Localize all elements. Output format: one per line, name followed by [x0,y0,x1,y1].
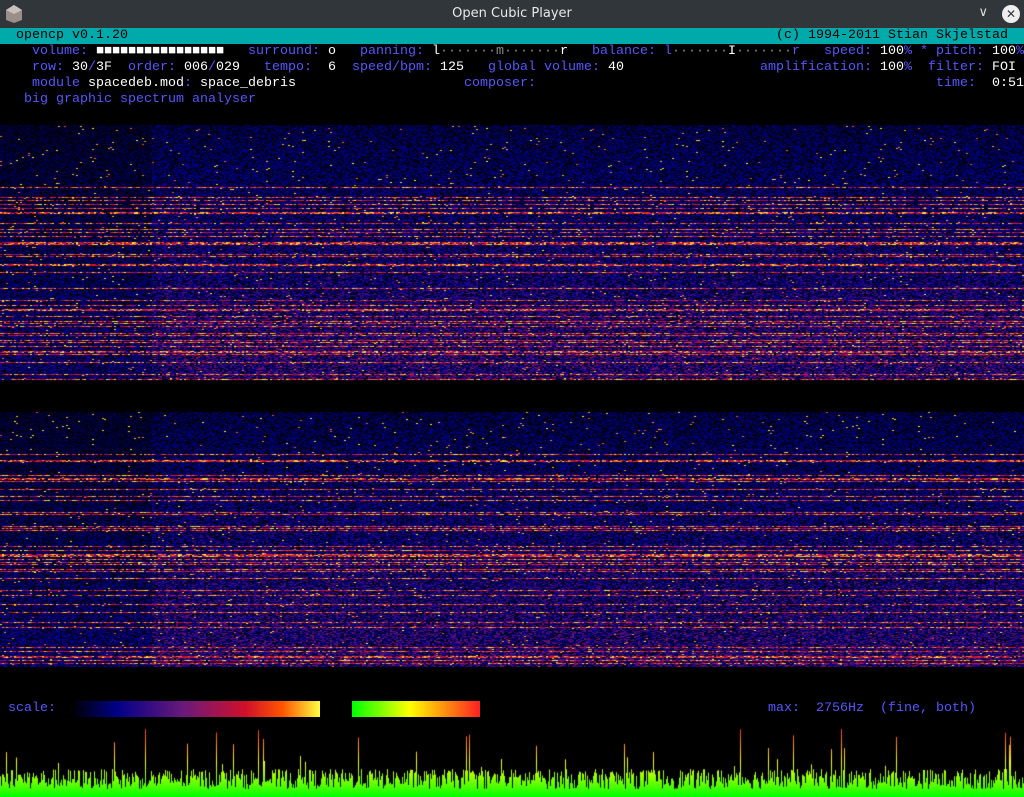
status-field: speed/bpm: [352,60,432,75]
status-field: ■■■■■■■■■■■■■■■■ [96,44,224,59]
status-field: time: [936,76,976,91]
copyright: (c) 1994-2011 Stian Skjelstad [776,28,1008,43]
status-field: composer: [464,76,536,91]
status-field: I [728,44,736,59]
status-field: o [328,44,336,59]
status-row-1: volume: ■■■■■■■■■■■■■■■■ surround: o panning… [0,44,1024,60]
status-field: surround: [248,44,320,59]
close-icon[interactable]: ✕ [1002,5,1020,23]
status-field: panning: [360,44,424,59]
app-version: opencp v0.1.20 [16,28,128,43]
status-field: r [792,44,800,59]
status-field: * pitch: [920,44,984,59]
status-field: 3F [96,60,112,75]
status-field: ······· [736,44,792,59]
status-field: / [208,60,216,75]
status-row-2: row: 30/3F order: 006/029 tempo: 6 speed/bpm: 1… [0,60,1024,76]
status-field: order: [128,60,176,75]
status-field: 6 [328,60,336,75]
status-field: FOI [992,60,1016,75]
status-field: balance: [592,44,656,59]
status-field: ······· [440,44,496,59]
status-field: l [432,44,440,59]
status-field: space_debris [200,76,296,91]
status-field: : [184,76,192,91]
status-field: spacedeb.mod [88,76,184,91]
window-titlebar: Open Cubic Player ∨ ✕ [0,0,1024,29]
status-row-3: module spacedeb.mod: space_debris composer:… [0,76,1024,92]
window-title: Open Cubic Player [452,6,572,21]
status-field: % [904,60,912,75]
level-scale-gradient [352,701,480,717]
status-field: / [88,60,96,75]
status-field: % [1016,44,1024,59]
status-field: 0:51 [992,76,1024,91]
max-frequency: 2756Hz [816,701,864,716]
status-field: ······· [504,44,560,59]
intensity-scale-gradient [72,701,320,717]
status-field: volume: [32,44,88,59]
status-field: tempo: [264,60,312,75]
status-field: 006 [184,60,208,75]
analyser-mode: (fine, both) [880,701,976,716]
spectrum-analyser [0,120,1024,680]
status-field: m [496,44,504,59]
level-bars [0,727,1024,797]
status-field: module [32,76,80,91]
max-label: max: [768,701,800,716]
status-field: 100 [880,60,904,75]
scale-label: scale: [8,701,56,716]
status-field: row: [32,60,64,75]
mode-title-row: big graphic spectrum analyser [0,92,1024,108]
status-field: filter: [928,60,984,75]
status-field: speed: [824,44,872,59]
status-field: r [560,44,568,59]
status-field: global volume: [488,60,600,75]
status-field: ······· [672,44,728,59]
status-field: 100 [880,44,904,59]
status-field: 100 [992,44,1016,59]
status-field: 029 [216,60,240,75]
status-field: 125 [440,60,464,75]
chevron-down-icon[interactable]: ∨ [978,5,988,20]
status-field: amplification: [760,60,872,75]
status-field: big graphic spectrum analyser [24,92,256,107]
status-field: % [904,44,912,59]
status-field: 30 [72,60,88,75]
header-bar: opencp v0.1.20 (c) 1994-2011 Stian Skjel… [0,28,1024,44]
status-field: l [664,44,672,59]
status-field: 40 [608,60,624,75]
